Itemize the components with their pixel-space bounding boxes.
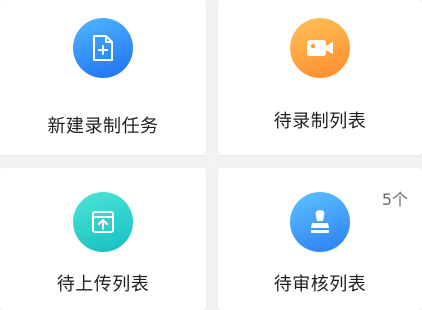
pending-review-count-badge: 5个 [381,190,408,209]
pending-upload-list-label: 待上传列表 [56,274,150,295]
pending-review-list-label: 待审核列表 [273,274,367,295]
new-file-icon [73,18,133,78]
pending-recording-list-card[interactable]: 待录制列表 [218,0,422,155]
pending-recording-list-label: 待录制列表 [273,111,367,132]
new-recording-task-card[interactable]: 新建录制任务 [0,0,206,155]
review-stamp-icon [290,192,350,252]
new-recording-task-label: 新建录制任务 [47,116,159,137]
pending-review-list-card[interactable]: 5个 待审核列表 [218,168,422,310]
pending-upload-list-card[interactable]: 待上传列表 [0,168,206,310]
video-camera-icon [290,18,350,78]
menu-grid: 新建录制任务 待录制列表 待上传列表 5个 待审核列表 [0,0,422,310]
upload-icon [73,192,133,252]
